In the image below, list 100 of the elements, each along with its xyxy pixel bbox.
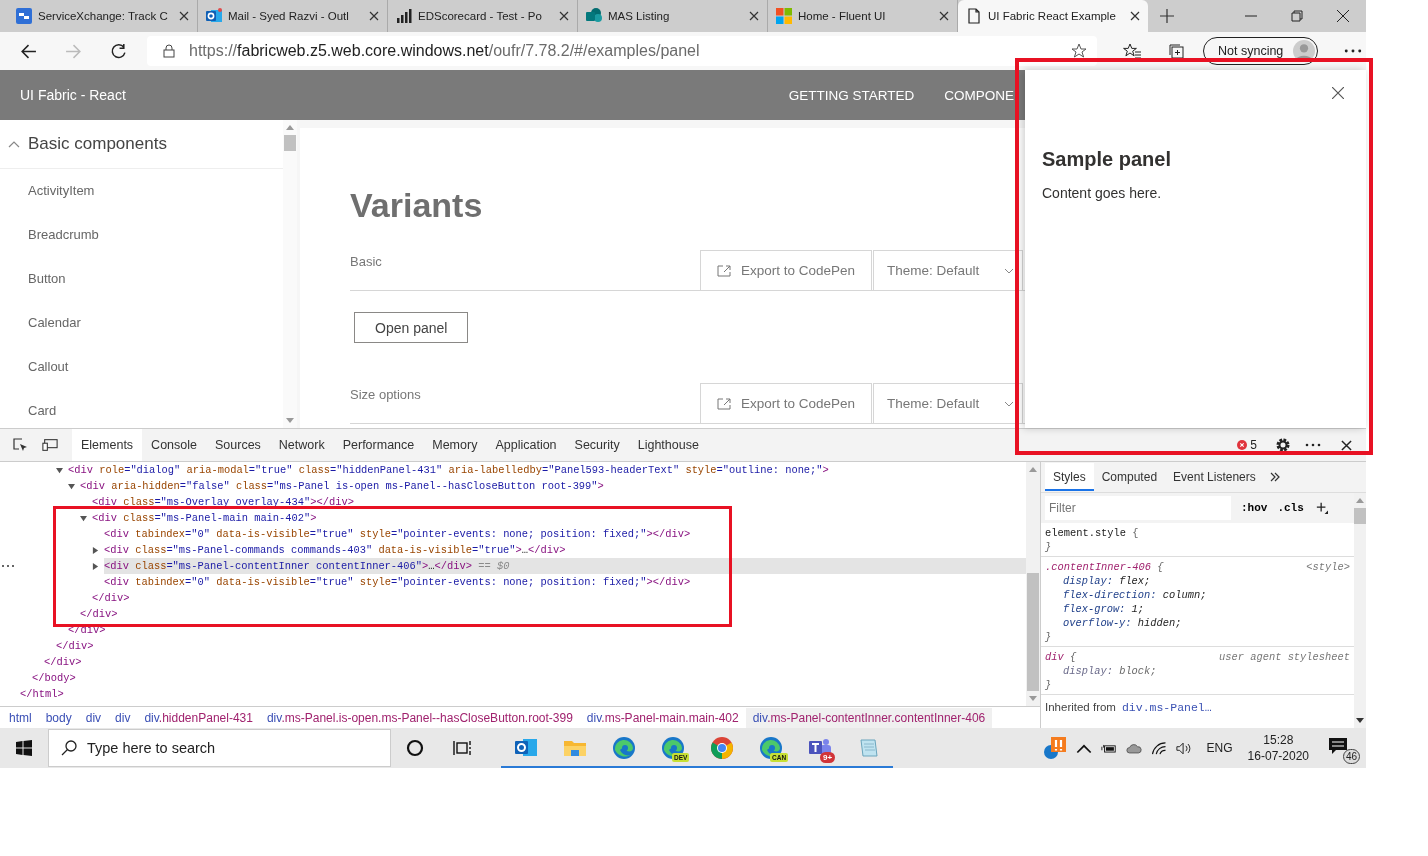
- sidebar-item[interactable]: Card: [0, 389, 283, 428]
- devtools-tab[interactable]: Memory: [423, 429, 487, 461]
- scrollbar[interactable]: [283, 120, 297, 428]
- code-line[interactable]: <div class="ms-Panel-main main-402">: [92, 510, 1026, 526]
- styles-tab[interactable]: Styles: [1045, 463, 1094, 491]
- sidebar-item[interactable]: Callout: [0, 345, 283, 389]
- devtools-tab[interactable]: Application: [486, 429, 566, 461]
- element-path-item[interactable]: html: [2, 708, 39, 728]
- code-line[interactable]: </html>: [20, 686, 1026, 702]
- code-line[interactable]: <div tabindex="0" data-is-visible="true" style="pointer-events: none; position: fixed;"></div>: [104, 574, 1026, 590]
- element-path-item[interactable]: div.hiddenPanel-431: [137, 708, 260, 728]
- site-brand[interactable]: UI Fabric - React: [20, 87, 126, 103]
- toggle-button[interactable]: :hov: [1241, 502, 1268, 514]
- export-button[interactable]: Export to CodePen: [700, 250, 872, 290]
- element-path-item[interactable]: div.ms-Panel-main.main-402: [579, 708, 746, 728]
- element-path-item[interactable]: div: [78, 708, 109, 728]
- close-icon[interactable]: [369, 11, 379, 21]
- restore-icon[interactable]: [1291, 10, 1303, 22]
- scroll-thumb[interactable]: [1354, 508, 1366, 524]
- inherited-link[interactable]: div.ms-Panel…: [1121, 701, 1212, 714]
- css-declaration[interactable]: display: block;: [1045, 664, 1350, 678]
- element-path-item[interactable]: div: [108, 708, 138, 728]
- inspect-icon[interactable]: [12, 437, 28, 453]
- devtools-tab[interactable]: Network: [269, 429, 334, 461]
- theme-dropdown[interactable]: Theme: Default: [873, 383, 1023, 423]
- scrollbar[interactable]: [1354, 493, 1366, 728]
- close-icon[interactable]: [939, 11, 949, 21]
- clock[interactable]: 15:28 16-07-2020: [1247, 732, 1309, 764]
- devtools-tab[interactable]: Sources: [206, 429, 270, 461]
- search-field[interactable]: Type here to search: [48, 729, 391, 767]
- devtools-tab[interactable]: Performance: [333, 429, 424, 461]
- element-path-item[interactable]: body: [38, 708, 79, 728]
- code-line[interactable]: </div>: [56, 638, 1026, 654]
- expand-arrow-icon[interactable]: [68, 482, 75, 490]
- windows-start-icon[interactable]: [16, 740, 32, 756]
- refresh-icon[interactable]: [110, 42, 127, 60]
- taskbar-app[interactable]: 9+: [795, 728, 844, 768]
- open-panel-button[interactable]: Open panel: [354, 312, 469, 343]
- expand-arrow-icon[interactable]: [92, 546, 99, 554]
- code-line[interactable]: <div role="dialog" aria-modal="true" class="hiddenPanel-431" aria-labelledby="Panel593-headerText" style="outline: none;">: [68, 462, 1026, 478]
- scroll-thumb[interactable]: [1027, 573, 1039, 691]
- code-line[interactable]: </body>: [32, 670, 1026, 686]
- scroll-up-icon[interactable]: [286, 125, 294, 130]
- error-count[interactable]: 5: [1237, 438, 1257, 452]
- sidebar-item[interactable]: Calendar: [0, 301, 283, 345]
- star-icon[interactable]: [1071, 43, 1087, 59]
- new-tab-icon[interactable]: [1160, 9, 1174, 23]
- double-chevron-icon[interactable]: [1269, 472, 1280, 482]
- devtools-tab[interactable]: Security: [565, 429, 629, 461]
- code-line[interactable]: </div>: [80, 606, 1026, 622]
- style-source[interactable]: user agent stylesheet: [1219, 650, 1350, 664]
- devtools-tab[interactable]: Lighthouse: [628, 429, 708, 461]
- sidebar-item[interactable]: Breadcrumb: [0, 213, 283, 257]
- expand-arrow-icon[interactable]: [80, 514, 87, 522]
- close-icon[interactable]: [1130, 11, 1140, 21]
- code-line[interactable]: <div tabindex="0" data-is-visible="true" style="pointer-events: none; position: fixed;"></div>: [104, 526, 1026, 542]
- circle-icon[interactable]: [405, 738, 425, 758]
- scrollbar[interactable]: [1026, 462, 1040, 706]
- alert-app-icon[interactable]: [1042, 736, 1067, 760]
- language-indicator[interactable]: ENG: [1206, 741, 1233, 755]
- devtools-tab[interactable]: Console: [142, 429, 206, 461]
- sidebar-item[interactable]: ActivityItem: [0, 169, 283, 213]
- styles-tab[interactable]: Event Listeners: [1165, 463, 1264, 491]
- nav-link[interactable]: COMPONE: [944, 87, 1014, 103]
- device-icon[interactable]: [42, 437, 58, 453]
- code-line[interactable]: </div>: [44, 654, 1026, 670]
- css-declaration[interactable]: overflow-y: hidden;: [1045, 616, 1350, 630]
- theme-dropdown[interactable]: Theme: Default: [873, 250, 1023, 290]
- collections-icon[interactable]: [1167, 43, 1185, 59]
- back-icon[interactable]: [20, 42, 37, 60]
- element-path-item[interactable]: div.ms-Panel.is-open.ms-Panel--hasCloseButton.root-399: [259, 708, 580, 728]
- devtools-tab[interactable]: Elements: [72, 429, 143, 461]
- expand-arrow-icon[interactable]: [56, 466, 63, 474]
- notification-icon[interactable]: [1328, 737, 1348, 755]
- css-declaration[interactable]: flex-direction: column;: [1045, 588, 1350, 602]
- toggle-button[interactable]: .cls: [1277, 502, 1304, 514]
- code-line[interactable]: </div>: [92, 590, 1026, 606]
- css-declaration[interactable]: display: flex;: [1045, 574, 1350, 588]
- expand-arrow-icon[interactable]: [92, 562, 99, 570]
- close-icon[interactable]: [1341, 439, 1352, 451]
- nav-link[interactable]: GETTING STARTED: [788, 87, 915, 103]
- task-view-icon[interactable]: [453, 738, 473, 758]
- new-rule-icon[interactable]: [1315, 502, 1328, 514]
- code-line[interactable]: <div aria-hidden="false" class="ms-Panel is-open ms-Panel--hasCloseButton root-399">: [80, 478, 1026, 494]
- cloud-icon[interactable]: [1125, 741, 1142, 755]
- sidebar-item[interactable]: Button: [0, 257, 283, 301]
- close-icon[interactable]: [1332, 87, 1344, 99]
- close-icon[interactable]: [749, 11, 759, 21]
- address-field[interactable]: https://fabricweb.z5.web.core.windows.net/oufr/7.78.2/#/examples/panel: [147, 36, 1097, 66]
- code-line[interactable]: <div class="ms-Overlay overlay-434"></div>: [92, 494, 1026, 510]
- scroll-thumb[interactable]: [284, 135, 296, 151]
- wifi-icon[interactable]: [1150, 741, 1167, 755]
- settings-icon[interactable]: [1275, 437, 1291, 453]
- close-icon[interactable]: [179, 11, 189, 21]
- code-line[interactable]: <div class="ms-Panel-commands commands-403" data-is-visible="true">…</div>: [104, 542, 1026, 558]
- favorites-icon[interactable]: [1123, 43, 1141, 59]
- browser-tab[interactable]: UI Fabric React Example: [958, 0, 1148, 32]
- styles-tab[interactable]: Computed: [1093, 463, 1166, 491]
- close-icon[interactable]: [559, 11, 569, 21]
- element-path-item[interactable]: div.ms-Panel-contentInner.contentInner-406: [745, 708, 993, 728]
